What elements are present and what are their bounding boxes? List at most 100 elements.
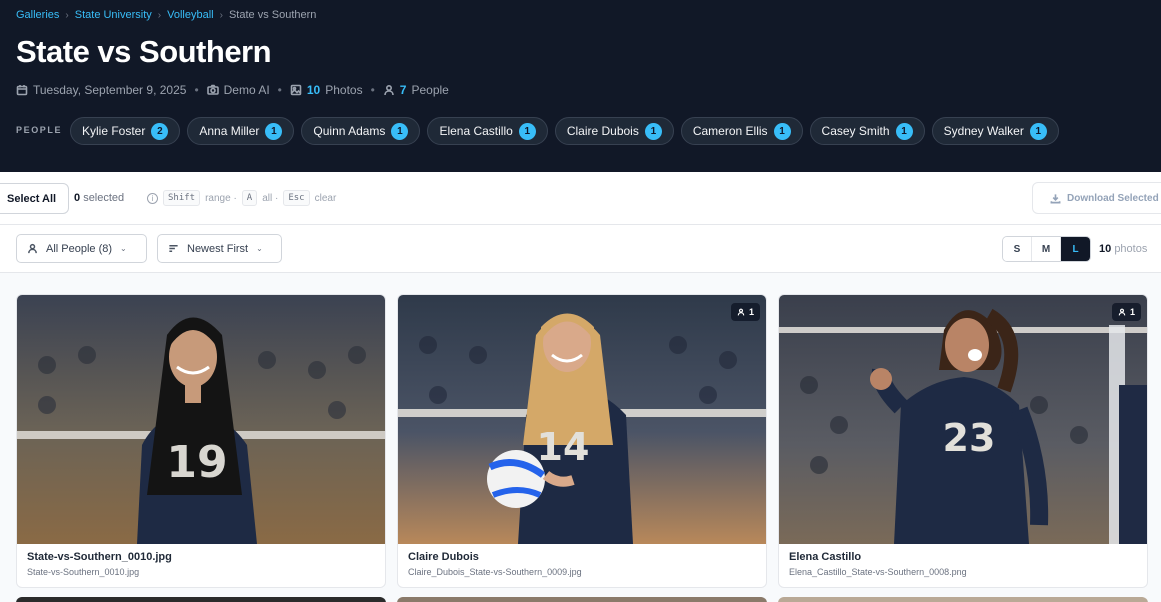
person-chip-name: Casey Smith [821, 124, 890, 138]
face-count-badge: 1 [730, 303, 760, 321]
person-chip[interactable]: Cameron Ellis 1 [680, 117, 803, 145]
selected-count-label: selected [83, 192, 125, 204]
hint-clear: clear [314, 192, 337, 204]
breadcrumb-current: State vs Southern [228, 9, 317, 21]
jersey-number: 19 [166, 437, 227, 488]
people-filter-value: All People (8) [46, 242, 113, 255]
person-chip-name: Cameron Ellis [692, 124, 768, 138]
jersey-number: 23 [943, 416, 996, 460]
face-count: 1 [1129, 307, 1135, 317]
sort-dropdown[interactable]: Newest First ⌄ [157, 234, 282, 263]
person-chip[interactable]: Anna Miller 1 [187, 117, 295, 145]
face-count-badge: 1 [1111, 303, 1141, 321]
chevron-right-icon: › [65, 9, 69, 21]
photo-card-next[interactable] [16, 597, 386, 602]
photo-count-label: photos [1114, 243, 1148, 255]
player-photo-2: 14 [398, 295, 766, 544]
person-chip-name: Kylie Foster [82, 124, 146, 138]
photo-filename: Claire_Dubois_State-vs-Southern_0009.jpg [408, 567, 582, 577]
photo-caption: State-vs-Southern_0010.jpg State-vs-Sout… [27, 551, 172, 577]
person-chip-count: 1 [773, 122, 791, 140]
download-selected-button[interactable]: Download Selected [1032, 182, 1161, 214]
gallery-meta: Tuesday, September 9, 2025 • Demo AI • 1… [16, 83, 449, 97]
photo-card[interactable]: 23 1 Elena Castillo Elena_Castillo_State… [778, 294, 1148, 588]
kbd-a: A [241, 190, 258, 206]
kbd-shift: Shift [163, 190, 201, 206]
selected-count-number: 0 [74, 192, 81, 204]
person-chip-name: Sydney Walker [943, 124, 1024, 138]
download-icon [1050, 193, 1061, 203]
size-m-button[interactable]: M [1032, 237, 1061, 261]
size-s-button[interactable]: S [1003, 237, 1032, 261]
thumbnail-size-toggle: S M L [1002, 236, 1091, 262]
sort-icon [169, 245, 178, 252]
filter-toolbar: All People (8) ⌄ Newest First ⌄ S M L 10… [0, 225, 1161, 273]
person-chip[interactable]: Claire Dubois 1 [554, 117, 674, 145]
person-chip-name: Claire Dubois [566, 124, 639, 138]
player-photo-1: 19 [17, 295, 385, 544]
user-icon [383, 84, 394, 96]
info-icon: i [147, 192, 158, 204]
photo-title: Elena Castillo [789, 551, 862, 563]
person-chip[interactable]: Casey Smith 1 [809, 117, 925, 145]
person-chip[interactable]: Kylie Foster 2 [70, 117, 181, 145]
photo-caption: Elena Castillo Elena_Castillo_State-vs-S… [789, 551, 967, 577]
photo-filename: State-vs-Southern_0010.jpg [27, 567, 140, 577]
photo-thumbnail[interactable]: 23 1 [779, 295, 1147, 544]
photo-title: State-vs-Southern_0010.jpg [27, 551, 172, 563]
user-icon [1118, 308, 1126, 316]
breadcrumb-volleyball[interactable]: Volleyball [167, 9, 213, 21]
sort-value: Newest First [187, 242, 249, 255]
photo-card[interactable]: 14 1 Claire Dubois Claire_Dubois_State-v… [397, 294, 767, 588]
photo-card-next[interactable] [397, 597, 767, 602]
person-chip-count: 1 [1029, 122, 1047, 140]
person-chip-name: Anna Miller [199, 124, 260, 138]
people-chips: Kylie Foster 2 Anna Miller 1 Quinn Adams 1 … [70, 117, 1059, 145]
user-icon [737, 308, 745, 316]
person-chip-count: 1 [895, 122, 913, 140]
selection-toolbar: Select All 0 selected i Shift range · A … [0, 172, 1161, 225]
photo-thumbnail[interactable]: 19 [17, 295, 385, 544]
photo-filename: Elena_Castillo_State-vs-Southern_0008.pn… [789, 567, 967, 577]
breadcrumb-galleries[interactable]: Galleries [16, 9, 59, 21]
size-l-button[interactable]: L [1061, 237, 1090, 261]
photo-thumbnail[interactable]: 14 1 [398, 295, 766, 544]
photo-card[interactable]: 19 State-vs-Southern_0010.jpg State-vs-S… [16, 294, 386, 588]
meta-people-label: People [411, 83, 449, 97]
meta-date: Tuesday, September 9, 2025 [33, 83, 187, 97]
person-chip-count: 1 [265, 122, 283, 140]
chevron-down-icon: ⌄ [256, 244, 263, 253]
user-icon [28, 243, 37, 254]
person-chip[interactable]: Sydney Walker 1 [931, 117, 1059, 145]
breadcrumb: Galleries › State University › Volleybal… [16, 9, 316, 21]
photo-count-number: 10 [1099, 243, 1112, 255]
meta-photos-count: 10 [306, 83, 321, 97]
person-chip-name: Elena Castillo [439, 124, 513, 138]
meta-photos-label: Photos [325, 83, 363, 97]
person-chip[interactable]: Quinn Adams 1 [301, 117, 421, 145]
face-count: 1 [748, 307, 754, 317]
photo-caption: Claire Dubois Claire_Dubois_State-vs-Sou… [408, 551, 582, 577]
people-label: PEOPLE [16, 125, 63, 135]
kbd-esc: Esc [283, 190, 310, 206]
chevron-right-icon: › [157, 9, 162, 21]
breadcrumb-state-university[interactable]: State University [75, 9, 152, 21]
photo-card-next[interactable] [778, 597, 1148, 602]
selected-count: 0 selected [74, 192, 124, 204]
hint-all: all · [262, 192, 279, 204]
gallery-header: Galleries › State University › Volleybal… [0, 0, 1161, 172]
person-chip[interactable]: Elena Castillo 1 [427, 117, 548, 145]
jersey-number: 14 [537, 425, 590, 469]
hint-range: range · [205, 192, 237, 204]
calendar-icon [16, 85, 28, 96]
person-chip-count: 1 [391, 122, 409, 140]
select-all-button[interactable]: Select All [0, 183, 70, 214]
people-filter-dropdown[interactable]: All People (8) ⌄ [16, 234, 147, 263]
photo-title: Claire Dubois [408, 551, 479, 563]
chevron-down-icon: ⌄ [120, 244, 127, 253]
download-selected-label: Download Selected [1067, 192, 1159, 204]
page-title: State vs Southern [16, 34, 272, 69]
person-chip-count: 2 [151, 122, 169, 140]
photo-count: 10 photos [1099, 243, 1147, 255]
image-icon [290, 84, 302, 96]
